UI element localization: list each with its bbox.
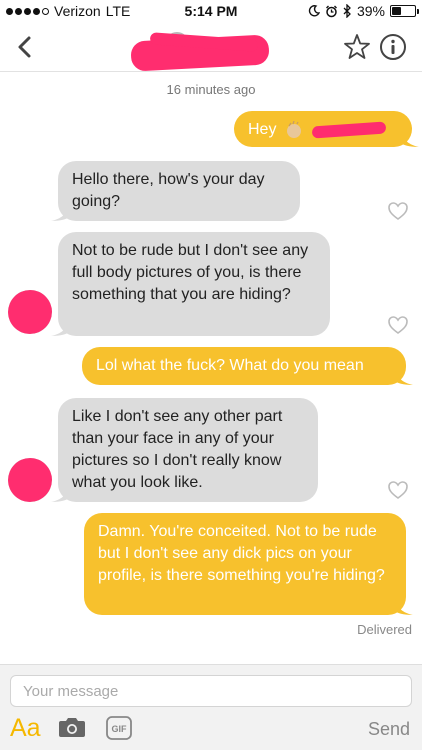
battery-icon [390, 5, 419, 17]
camera-button[interactable] [58, 715, 86, 739]
message-input[interactable] [10, 675, 412, 707]
delivered-status: Delivered [357, 622, 412, 637]
info-circle-icon [380, 34, 406, 60]
received-message[interactable]: Not to be rude but I don't see any full … [51, 232, 330, 336]
chevron-left-icon [18, 36, 31, 58]
status-right: 39% [308, 3, 419, 19]
received-message[interactable]: Like I don't see any other part than you… [51, 398, 318, 502]
sent-message[interactable]: Damn. You're conceited. Not to be rude b… [84, 513, 413, 615]
conversation-timestamp: 16 minutes ago [166, 82, 256, 97]
message-text: Like I don't see any other part than you… [72, 408, 283, 491]
like-heart-icon[interactable] [387, 480, 409, 500]
message-text: Hello there, how's your day going? [72, 171, 265, 210]
battery-percent: 39% [356, 3, 385, 19]
chat-header [0, 22, 422, 72]
message-text: Damn. You're conceited. Not to be rude b… [98, 523, 385, 584]
camera-icon [59, 718, 85, 737]
message-composer: Aa GIF Send [0, 664, 422, 750]
sent-message[interactable]: Hey [234, 111, 419, 147]
message-text: Lol what the fuck? What do you mean [96, 357, 364, 374]
received-message[interactable]: Hello there, how's your day going? [51, 161, 300, 221]
contact-avatar[interactable] [8, 458, 52, 502]
gif-icon: GIF [106, 716, 132, 740]
gif-button[interactable]: GIF [106, 716, 132, 740]
like-heart-icon[interactable] [387, 201, 409, 221]
info-button[interactable] [378, 32, 408, 62]
waving-hand-icon [286, 120, 301, 138]
gif-label: GIF [112, 724, 128, 734]
alarm-icon [325, 5, 337, 17]
contact-avatar[interactable] [8, 290, 52, 334]
text-format-button[interactable]: Aa [10, 714, 41, 743]
star-outline-icon [344, 34, 370, 59]
send-button[interactable]: Send [368, 719, 410, 740]
message-text: Not to be rude but I don't see any full … [72, 242, 309, 303]
bluetooth-icon [343, 4, 351, 18]
back-button[interactable] [10, 30, 40, 64]
moon-icon [308, 5, 320, 17]
favorite-button[interactable] [342, 32, 372, 62]
name-redaction-inline [312, 121, 387, 139]
status-bar: Verizon LTE 5:14 PM 39% [0, 0, 422, 22]
sent-message[interactable]: Lol what the fuck? What do you mean [82, 347, 413, 385]
message-text: Hey [248, 121, 277, 138]
like-heart-icon[interactable] [387, 315, 409, 335]
battery-level [392, 7, 401, 15]
